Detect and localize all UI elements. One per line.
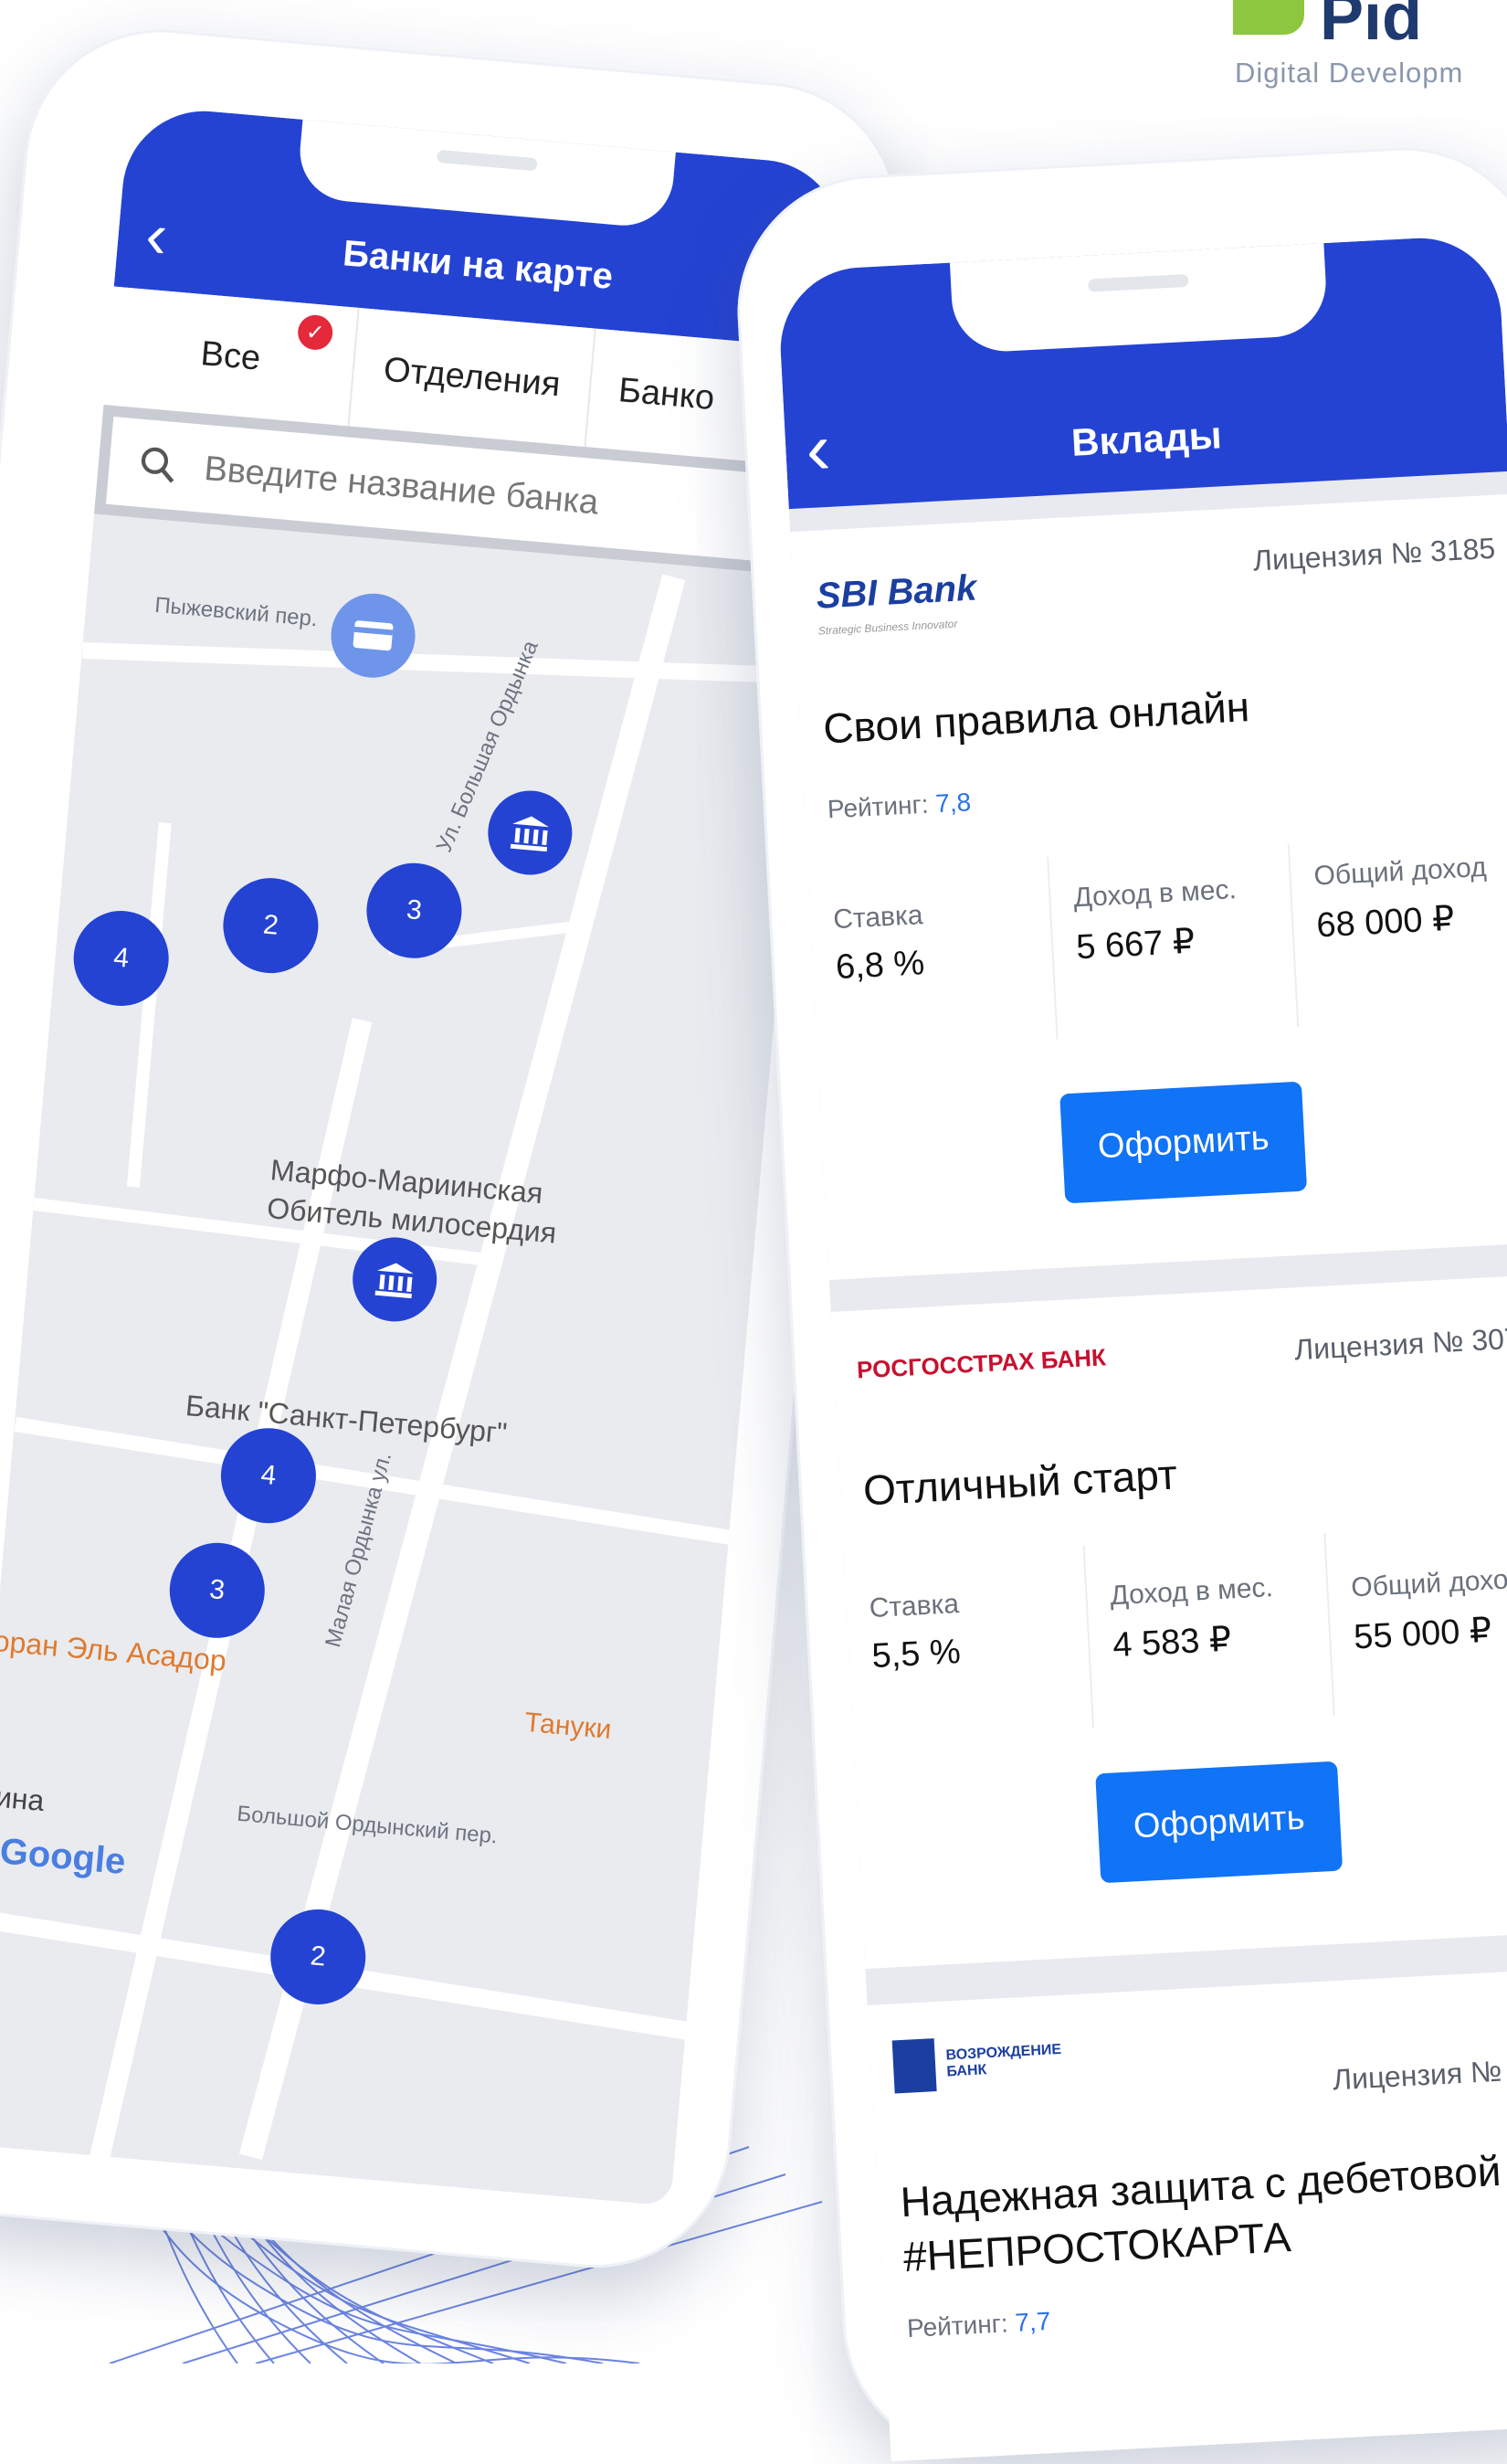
rating-label: Рейтинг: xyxy=(827,789,930,824)
rate-column: Ставка 5,5 % xyxy=(843,1545,1095,1741)
map-screen: ‹ Банки на карте Все ✓ Отделения Банко В… xyxy=(0,104,849,2206)
total-income-label: Общий доход xyxy=(1312,851,1488,892)
street-label: Большой Ордынский пер. xyxy=(236,1801,499,1849)
rating-value: 7,8 xyxy=(934,788,972,819)
deposit-name: Надежная защита с дебетовой xyxy=(899,2146,1502,2226)
total-income-column: Общий доход 68 000 ₽ xyxy=(1290,831,1507,1026)
brand-logo-text: Pid xyxy=(1320,0,1423,54)
map-cluster[interactable]: 2 xyxy=(219,873,322,978)
monthly-income-label: Доход в мес. xyxy=(1109,1572,1274,1612)
rate-value: 5,5 % xyxy=(870,1633,962,1676)
rgs-bank-logo: РОСГОССТРАХ БАНК xyxy=(856,1343,1106,1384)
rating-value: 7,7 xyxy=(1014,2306,1052,2337)
map-label: ина xyxy=(0,1780,46,1818)
monthly-income-value: 5 667 ₽ xyxy=(1075,922,1196,968)
total-income-column: Общий доход 55 000 ₽ xyxy=(1325,1520,1507,1715)
rate-value: 6,8 % xyxy=(835,944,926,988)
deposit-stats: Ставка 5,5 % Доход в мес. 4 583 ₽ Общий … xyxy=(843,1520,1507,1741)
vozrozhdenie-bank-logo: ВОЗРОЖДЕНИЕ БАНК xyxy=(891,2032,1062,2094)
brand-logo: Pid Digital Developm xyxy=(1233,0,1507,100)
google-logo: Google xyxy=(0,1831,128,1883)
tab-branches-label: Отделения xyxy=(382,350,563,404)
map-road xyxy=(82,641,813,684)
poi-label: Тануки xyxy=(523,1707,613,1745)
bank-name: ВОЗРОЖДЕНИЕ БАНК xyxy=(945,2041,1062,2080)
total-income-value: 55 000 ₽ xyxy=(1353,1611,1493,1657)
map-road xyxy=(126,822,172,1188)
brand-logo-mark xyxy=(1233,0,1304,35)
apply-button[interactable]: Оформить xyxy=(1095,1761,1344,1884)
total-income-value: 68 000 ₽ xyxy=(1315,899,1456,946)
deposit-name: Отличный старт xyxy=(861,1450,1179,1515)
rate-label: Ставка xyxy=(832,900,924,936)
license-number: Лицензия № 3073 xyxy=(1293,1320,1507,1367)
bank-building-icon xyxy=(374,1263,414,1299)
deposits-screen: ‹ Вклады SBI Bank Strategic Business Inn… xyxy=(776,234,1507,2462)
total-income-label: Общий доход xyxy=(1350,1563,1507,1603)
tab-banks-label: Банко xyxy=(616,370,716,418)
deposit-stats: Ставка 6,8 % Доход в мес. 5 667 ₽ Общий … xyxy=(807,831,1507,1052)
speaker-grille xyxy=(1088,273,1189,292)
monthly-income-column: Доход в мес. 4 583 ₽ xyxy=(1084,1532,1335,1729)
bank-building-icon xyxy=(510,816,549,852)
phone-deposits: ‹ Вклады SBI Bank Strategic Business Inn… xyxy=(731,140,1507,2464)
page-title: Вклады xyxy=(1070,413,1223,464)
monthly-income-label: Доход в мес. xyxy=(1072,874,1238,914)
map-view[interactable]: Пыжевский пер. Ул. Большая Ордынка Марфо… xyxy=(0,513,813,2206)
deposit-rating: Рейтинг: 7,8 xyxy=(827,788,972,824)
monthly-income-column: Доход в мес. 5 667 ₽ xyxy=(1049,843,1300,1040)
deposit-card: РОСГОССТРАХ БАНК Лицензия № 3073 Отличны… xyxy=(830,1274,1507,1969)
bank-tagline: Strategic Business Innovator xyxy=(817,617,958,638)
bank-pin-icon[interactable] xyxy=(484,787,576,879)
license-number: Лицензия № 1439 xyxy=(1332,2050,1507,2097)
rate-column: Ставка 6,8 % xyxy=(807,856,1059,1052)
card-icon xyxy=(353,620,394,651)
bank-name: SBI Bank xyxy=(815,567,978,617)
deposit-card: ВОЗРОЖДЕНИЕ БАНК Лицензия № 1439 Надежна… xyxy=(867,1967,1507,2462)
street-label: Пыжевский пер. xyxy=(153,592,319,632)
tab-all[interactable]: Все ✓ xyxy=(103,286,360,427)
search-icon xyxy=(141,447,174,483)
search-placeholder: Введите название банка xyxy=(202,449,600,523)
deposit-rating: Рейтинг: 7,7 xyxy=(906,2307,1051,2343)
tab-branches[interactable]: Отделения xyxy=(349,308,597,448)
monthly-income-value: 4 583 ₽ xyxy=(1112,1620,1233,1666)
deposit-name: Свои правила онлайн xyxy=(822,682,1251,753)
license-number: Лицензия № 3185 xyxy=(1252,531,1497,577)
bank-logo-mark xyxy=(891,2038,937,2094)
speaker-grille xyxy=(436,149,538,172)
check-badge-icon: ✓ xyxy=(296,313,334,352)
rate-label: Ставка xyxy=(869,1589,960,1624)
phone-notch xyxy=(949,234,1329,354)
apply-button[interactable]: Оформить xyxy=(1059,1081,1308,1204)
map-cluster[interactable]: 4 xyxy=(216,1423,321,1528)
deposit-card: SBI Bank Strategic Business Innovator Ли… xyxy=(790,493,1507,1280)
brand-tagline: Digital Developm xyxy=(1235,57,1464,89)
rating-label: Рейтинг: xyxy=(906,2309,1009,2343)
tab-all-label: Все xyxy=(199,333,263,378)
bank-name: РОСГОССТРАХ БАНК xyxy=(856,1343,1107,1384)
sbi-bank-logo: SBI Bank Strategic Business Innovator xyxy=(816,568,979,638)
map-cluster[interactable]: 3 xyxy=(165,1539,269,1643)
